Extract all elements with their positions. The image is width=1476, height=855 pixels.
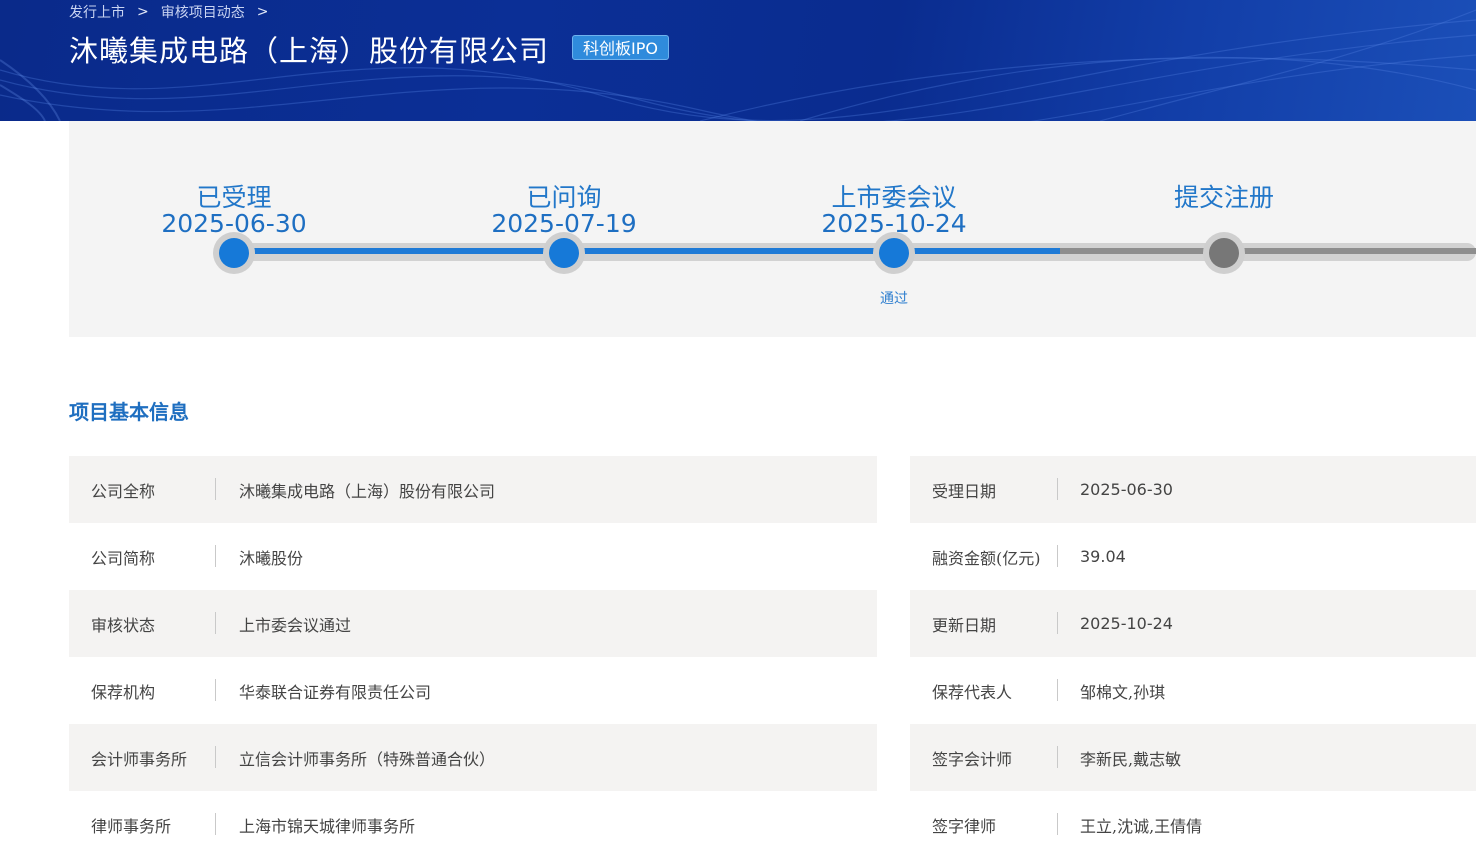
- divider: [1057, 746, 1058, 768]
- info-value: 王立,沈诚,王倩倩: [1080, 816, 1203, 836]
- info-label: 受理日期: [932, 481, 997, 501]
- info-value: 2025-10-24: [1080, 614, 1173, 633]
- divider: [215, 478, 216, 500]
- info-value: 2025-06-30: [1080, 480, 1173, 499]
- divider: [1057, 545, 1058, 567]
- info-row: 融资金额(亿元) 39.04: [910, 523, 1476, 590]
- info-row: 审核状态 上市委会议通过: [69, 590, 877, 657]
- info-row: 律师事务所 上海市锦天城律师事务所: [69, 791, 877, 855]
- breadcrumb-item-review[interactable]: 审核项目动态: [161, 2, 245, 22]
- info-value: 沐曦股份: [239, 548, 304, 568]
- divider: [215, 813, 216, 835]
- info-row: 签字律师 王立,沈诚,王倩倩: [910, 791, 1476, 855]
- breadcrumb-item-listing[interactable]: 发行上市: [69, 2, 125, 22]
- divider: [1057, 813, 1058, 835]
- info-value: 沐曦集成电路（上海）股份有限公司: [239, 481, 496, 501]
- info-row: 会计师事务所 立信会计师事务所（特殊普通合伙）: [69, 724, 877, 791]
- divider: [215, 746, 216, 768]
- info-label: 签字会计师: [932, 749, 1013, 769]
- info-label: 审核状态: [91, 615, 156, 635]
- progress-track-pending: [1060, 248, 1476, 254]
- info-label: 律师事务所: [91, 816, 172, 836]
- section-title: 项目基本信息: [69, 400, 189, 424]
- info-label: 更新日期: [932, 615, 997, 635]
- info-row: 保荐代表人 邹棉文,孙琪: [910, 657, 1476, 724]
- chevron-right-icon: >: [137, 4, 149, 20]
- progress-track-fill: [233, 248, 1060, 254]
- info-label: 公司全称: [91, 481, 156, 501]
- chevron-right-icon: >: [256, 4, 269, 20]
- breadcrumb: 发行上市 > 审核项目动态 >: [69, 2, 274, 22]
- divider: [1057, 612, 1058, 634]
- step-dot: [543, 232, 585, 274]
- info-row: 签字会计师 李新民,戴志敏: [910, 724, 1476, 791]
- info-label: 保荐机构: [91, 682, 156, 702]
- info-value: 39.04: [1080, 547, 1126, 566]
- info-row: 公司全称 沐曦集成电路（上海）股份有限公司: [69, 456, 877, 523]
- info-row: 受理日期 2025-06-30: [910, 456, 1476, 523]
- divider: [215, 612, 216, 634]
- divider: [1057, 478, 1058, 500]
- info-value: 上海市锦天城律师事务所: [239, 816, 416, 836]
- step-name: 提交注册: [1173, 183, 1274, 212]
- info-value: 立信会计师事务所（特殊普通合伙）: [239, 749, 496, 769]
- info-row: 更新日期 2025-10-24: [910, 590, 1476, 657]
- step-note: 通过: [880, 291, 908, 307]
- info-label: 保荐代表人: [932, 682, 1013, 702]
- info-row: 保荐机构 华泰联合证券有限责任公司: [69, 657, 877, 724]
- step-dot-pending: [1203, 232, 1245, 274]
- info-value: 邹棉文,孙琪: [1080, 682, 1166, 702]
- divider: [1057, 679, 1058, 701]
- info-value: 李新民,戴志敏: [1080, 749, 1182, 769]
- header-banner: 发行上市 > 审核项目动态 > 沐曦集成电路（上海）股份有限公司 科创板IPO: [0, 0, 1476, 121]
- info-value: 上市委会议通过: [239, 615, 352, 635]
- info-value: 华泰联合证券有限责任公司: [239, 682, 432, 702]
- info-label: 签字律师: [932, 816, 997, 836]
- info-label: 公司简称: [91, 548, 156, 568]
- info-table-right: 受理日期 2025-06-30 融资金额(亿元) 39.04 更新日期 2025…: [910, 456, 1476, 855]
- page-title: 沐曦集成电路（上海）股份有限公司: [69, 34, 550, 68]
- info-label: 融资金额(亿元): [932, 548, 1041, 568]
- divider: [215, 679, 216, 701]
- divider: [215, 545, 216, 567]
- board-badge: 科创板IPO: [572, 35, 669, 60]
- info-table-left: 公司全称 沐曦集成电路（上海）股份有限公司 公司简称 沐曦股份 审核状态 上市委…: [69, 456, 877, 855]
- info-row: 公司简称 沐曦股份: [69, 523, 877, 590]
- step-dot: [213, 232, 255, 274]
- info-label: 会计师事务所: [91, 749, 188, 769]
- step-dot: [873, 232, 915, 274]
